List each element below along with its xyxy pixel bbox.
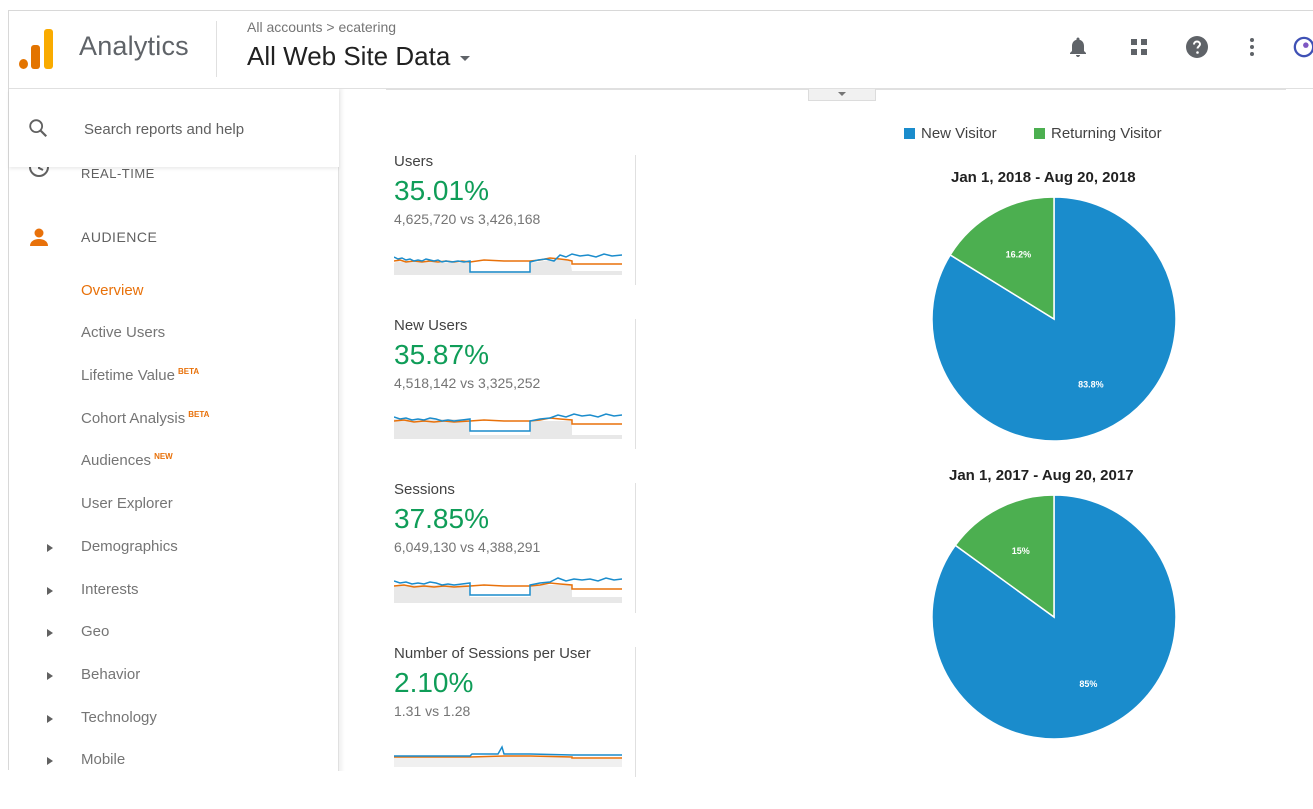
legend-swatch xyxy=(904,128,915,139)
sparkline-chart xyxy=(394,745,622,767)
header-divider xyxy=(216,21,217,77)
pie-chart-2017[interactable]: 85% 15% xyxy=(929,492,1179,742)
metric-label: New Users xyxy=(394,317,468,334)
sidebar-item-label: Mobile xyxy=(81,751,126,768)
sidebar-item-cohort-analysis[interactable]: Cohort Analysis BETA xyxy=(81,410,209,427)
account-avatar-icon[interactable] xyxy=(1293,35,1313,59)
analytics-window: Analytics All accounts > ecatering All W… xyxy=(8,10,1313,777)
sidebar-item-geo[interactable]: Geo xyxy=(81,623,109,640)
sidebar-item-overview[interactable]: Overview xyxy=(81,282,144,299)
metric-label: Sessions xyxy=(394,481,455,498)
sparkline-chart xyxy=(394,413,622,439)
expand-arrow-icon[interactable] xyxy=(47,587,53,595)
pie-slice-label: 85% xyxy=(1079,679,1097,689)
metric-comparison: 6,049,130 vs 4,388,291 xyxy=(394,539,541,555)
sparkline-chart xyxy=(394,253,622,275)
pie-title: Jan 1, 2017 - Aug 20, 2017 xyxy=(949,467,1134,484)
legend-label: New Visitor xyxy=(921,125,997,142)
sidebar-item-lifetime-value[interactable]: Lifetime Value BETA xyxy=(81,367,199,384)
beta-badge: BETA xyxy=(177,367,200,376)
pie-chart-2018[interactable]: 83.8% 16.2% xyxy=(929,194,1179,444)
legend-item-new-visitor[interactable]: New Visitor xyxy=(904,125,997,142)
sidebar-item-interests[interactable]: Interests xyxy=(81,581,139,598)
app-name: Analytics xyxy=(79,31,189,61)
sidebar-item-user-explorer[interactable]: User Explorer xyxy=(81,495,173,512)
expand-arrow-icon[interactable] xyxy=(47,672,53,680)
pie-slice-label: 83.8% xyxy=(1078,379,1104,389)
sidebar-item-audiences[interactable]: Audiences NEW xyxy=(81,452,173,469)
sidebar-item-label: Interests xyxy=(81,581,139,598)
metric-change-percent: 35.87% xyxy=(394,339,489,370)
legend-item-returning-visitor[interactable]: Returning Visitor xyxy=(1034,125,1162,142)
notifications-bell-icon[interactable] xyxy=(1066,35,1090,59)
metric-label: Users xyxy=(394,153,434,170)
sidebar-nav: Search reports and help REAL-TIME AUDIEN… xyxy=(9,89,339,771)
sidebar-item-label: Geo xyxy=(81,623,110,640)
search-input[interactable]: Search reports and help xyxy=(84,121,244,138)
legend-swatch xyxy=(1034,128,1045,139)
search-bar[interactable]: Search reports and help xyxy=(9,89,339,167)
sidebar-item-label: Audiences xyxy=(81,452,152,469)
pie-slice-label: 15% xyxy=(1012,546,1030,556)
sidebar-item-label: Technology xyxy=(81,709,157,726)
help-icon[interactable] xyxy=(1185,35,1209,59)
metric-new-users[interactable]: New Users 35.87% 4,518,142 vs 3,325,252 xyxy=(394,317,639,481)
sidebar-item-active-users[interactable]: Active Users xyxy=(81,324,165,341)
chevron-down-icon xyxy=(838,92,846,96)
search-icon xyxy=(29,119,48,138)
collapse-toggle[interactable] xyxy=(808,89,876,101)
sparkline-chart xyxy=(394,577,622,603)
metric-divider xyxy=(635,319,636,449)
metric-sessions[interactable]: Sessions 37.85% 6,049,130 vs 4,388,291 xyxy=(394,481,639,645)
metric-divider xyxy=(635,155,636,285)
pie-title: Jan 1, 2018 - Aug 20, 2018 xyxy=(951,169,1136,186)
top-header: Analytics All accounts > ecatering All W… xyxy=(9,11,1313,89)
expand-arrow-icon[interactable] xyxy=(47,629,53,637)
sidebar-item-label: REAL-TIME xyxy=(81,166,155,181)
property-selector[interactable]: All Web Site Data xyxy=(247,41,471,72)
more-vert-icon[interactable] xyxy=(1240,35,1264,59)
chevron-down-icon xyxy=(460,55,471,61)
metric-comparison: 4,625,720 vs 3,426,168 xyxy=(394,211,541,227)
expand-arrow-icon[interactable] xyxy=(47,715,53,723)
sidebar-item-label: Demographics xyxy=(81,538,178,555)
sidebar-item-behavior[interactable]: Behavior xyxy=(81,666,140,683)
sidebar-item-technology[interactable]: Technology xyxy=(81,709,157,726)
person-icon xyxy=(30,228,48,246)
beta-badge: BETA xyxy=(188,410,210,419)
breadcrumb[interactable]: All accounts > ecatering xyxy=(247,19,396,35)
metric-divider xyxy=(635,483,636,613)
sidebar-item-label: Lifetime Value xyxy=(81,367,175,384)
analytics-logo-icon[interactable] xyxy=(17,27,57,69)
pie-slice-label: 16.2% xyxy=(1006,249,1032,259)
metric-comparison: 4,518,142 vs 3,325,252 xyxy=(394,375,541,391)
sidebar-item-label: Behavior xyxy=(81,666,141,683)
metric-change-percent: 37.85% xyxy=(394,503,489,534)
expand-arrow-icon[interactable] xyxy=(47,757,53,765)
metric-change-percent: 2.10% xyxy=(394,667,474,698)
sidebar-item-label: Active Users xyxy=(81,324,166,341)
metric-change-percent: 35.01% xyxy=(394,175,489,206)
metric-sessions-per-user[interactable]: Number of Sessions per User 2.10% 1.31 v… xyxy=(394,645,639,809)
new-badge: NEW xyxy=(154,452,173,461)
metric-comparison: 1.31 vs 1.28 xyxy=(394,703,471,719)
sidebar-item-mobile[interactable]: Mobile xyxy=(81,751,125,768)
property-name: All Web Site Data xyxy=(247,41,451,71)
metric-divider xyxy=(635,647,636,777)
sidebar-shadow xyxy=(339,89,345,771)
sidebar-item-label: User Explorer xyxy=(81,495,173,512)
sidebar-item-audience[interactable]: AUDIENCE xyxy=(81,229,157,245)
sidebar-item-label: Cohort Analysis xyxy=(81,410,186,427)
sidebar-item-demographics[interactable]: Demographics xyxy=(81,538,178,555)
expand-arrow-icon[interactable] xyxy=(47,544,53,552)
metric-label: Number of Sessions per User xyxy=(394,645,591,662)
apps-grid-icon[interactable] xyxy=(1127,35,1151,59)
main-content: Users 35.01% 4,625,720 vs 3,426,168 New … xyxy=(354,89,1313,777)
metric-users[interactable]: Users 35.01% 4,625,720 vs 3,426,168 xyxy=(394,153,639,317)
legend-label: Returning Visitor xyxy=(1051,125,1162,142)
sidebar-item-label: Overview xyxy=(81,282,144,299)
